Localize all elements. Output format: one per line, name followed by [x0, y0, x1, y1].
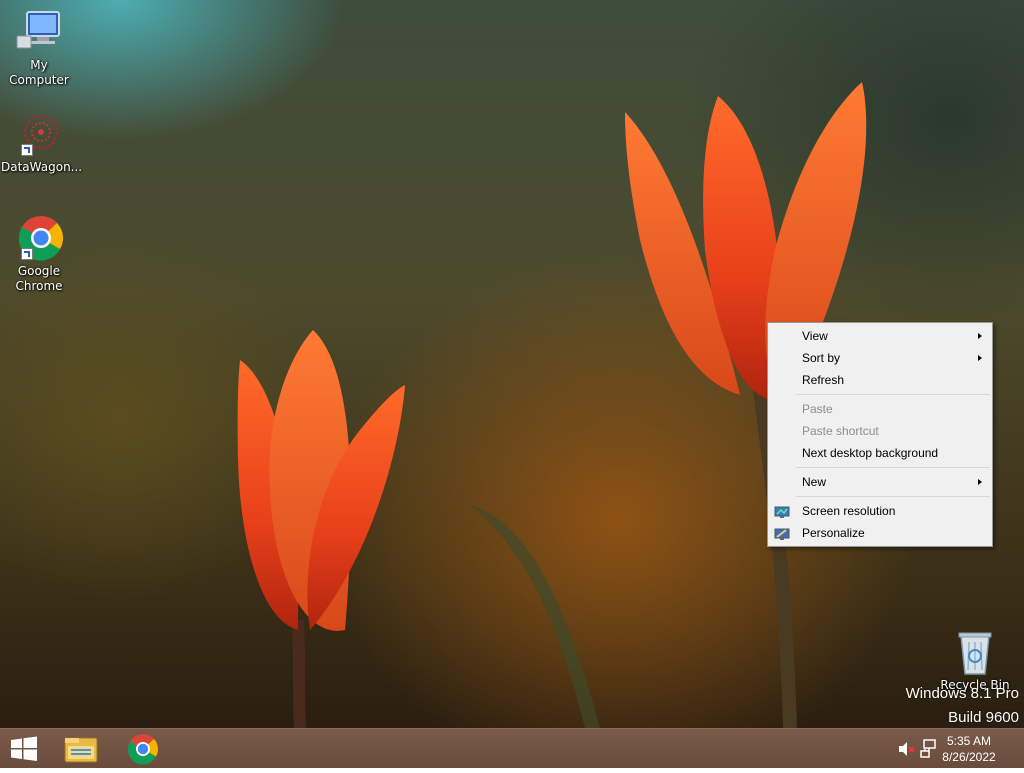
chrome-icon	[127, 734, 159, 765]
menu-item-personalize[interactable]: Personalize	[768, 522, 992, 544]
chrome-icon	[15, 214, 63, 262]
desktop-icon-label: DataWagon...	[1, 160, 83, 174]
tray-volume-button[interactable]	[896, 729, 916, 769]
desktop-icon-my-computer[interactable]: My Computer	[1, 8, 77, 88]
menu-separator	[796, 496, 990, 497]
menu-item-label: View	[802, 329, 828, 343]
volume-muted-icon	[899, 742, 915, 756]
clock-time: 5:35 AM	[946, 734, 992, 748]
desktop-icon-recycle-bin[interactable]: Recycle Bin	[937, 628, 1013, 693]
taskbar-file-explorer-button[interactable]	[56, 729, 106, 769]
recycle-bin-icon	[951, 628, 999, 676]
menu-item-paste[interactable]: Paste	[768, 398, 992, 420]
menu-item-view[interactable]: View	[768, 325, 992, 347]
shortcut-arrow-icon	[21, 248, 33, 260]
file-explorer-icon	[64, 737, 98, 763]
menu-item-label: Screen resolution	[802, 504, 896, 518]
desktop-icon-label: Google Chrome	[15, 264, 63, 293]
menu-item-label: Personalize	[802, 526, 865, 540]
datawagon-icon	[15, 110, 63, 158]
start-button[interactable]	[0, 729, 48, 769]
menu-item-paste-shortcut[interactable]: Paste shortcut	[768, 420, 992, 442]
menu-item-label: Paste	[802, 402, 833, 416]
menu-item-refresh[interactable]: Refresh	[768, 369, 992, 391]
menu-item-label: Next desktop background	[802, 446, 939, 460]
submenu-arrow-icon	[978, 355, 982, 361]
start-icon	[11, 736, 37, 761]
personalize-icon	[774, 526, 790, 540]
menu-item-label: Sort by	[802, 351, 841, 365]
menu-item-screen-resolution[interactable]: Screen resolution	[768, 500, 992, 522]
desktop-icon-datawagon[interactable]: DataWagon...	[1, 110, 83, 175]
desktop-icon-label: My Computer	[9, 58, 69, 87]
os-build-watermark: Build 9600	[948, 709, 1019, 726]
computer-icon	[15, 8, 63, 56]
menu-item-label: New	[802, 475, 827, 489]
monitor-icon	[774, 504, 790, 518]
desktop-context-menu: View Sort by Refresh Paste Paste shortcu…	[767, 322, 993, 547]
desktop[interactable]: My Computer DataWagon... Google Chrome R…	[0, 0, 1024, 728]
taskbar: 5:35 AM 8/26/2022	[0, 728, 1024, 768]
shortcut-arrow-icon	[21, 144, 33, 156]
menu-item-next-desktop-background[interactable]: Next desktop background	[768, 442, 992, 464]
menu-item-label: Paste shortcut	[802, 424, 879, 438]
clock-date: 8/26/2022	[942, 750, 996, 764]
submenu-arrow-icon	[978, 333, 982, 339]
submenu-arrow-icon	[978, 479, 982, 485]
menu-separator	[796, 467, 990, 468]
desktop-icon-google-chrome[interactable]: Google Chrome	[1, 214, 77, 294]
menu-item-label: Refresh	[802, 373, 845, 387]
os-edition-watermark: Windows 8.1 Pro	[905, 685, 1019, 702]
taskbar-chrome-button[interactable]	[118, 729, 168, 769]
menu-item-sort-by[interactable]: Sort by	[768, 347, 992, 369]
menu-item-new[interactable]: New	[768, 471, 992, 493]
taskbar-clock[interactable]: 5:35 AM 8/26/2022	[934, 733, 1004, 765]
menu-separator	[796, 394, 990, 395]
